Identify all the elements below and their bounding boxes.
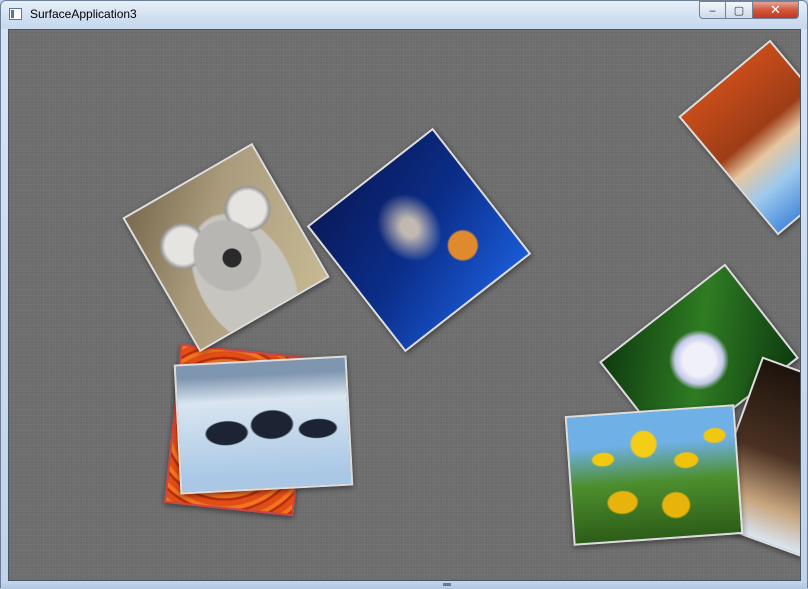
close-icon: ✕ xyxy=(770,2,781,18)
application-window: SurfaceApplication3 ‒ ▢ ✕ xyxy=(0,0,808,589)
photo-jellyfish[interactable] xyxy=(306,127,532,353)
title-bar[interactable]: SurfaceApplication3 ‒ ▢ ✕ xyxy=(1,1,807,29)
maximize-button[interactable]: ▢ xyxy=(726,1,753,19)
resize-grip[interactable] xyxy=(443,583,451,586)
minimize-button[interactable]: ‒ xyxy=(699,1,726,19)
photo-koala[interactable] xyxy=(122,142,330,353)
minimize-icon: ‒ xyxy=(709,3,716,17)
photo-penguins[interactable] xyxy=(173,355,354,495)
window-controls: ‒ ▢ ✕ xyxy=(699,1,799,21)
maximize-icon: ▢ xyxy=(733,3,745,17)
surface-canvas[interactable] xyxy=(8,29,801,581)
photo-tulips[interactable] xyxy=(564,404,744,546)
window-title: SurfaceApplication3 xyxy=(30,7,137,21)
photo-desert[interactable] xyxy=(678,39,800,236)
close-button[interactable]: ✕ xyxy=(753,1,799,19)
app-window-icon[interactable] xyxy=(9,8,22,20)
